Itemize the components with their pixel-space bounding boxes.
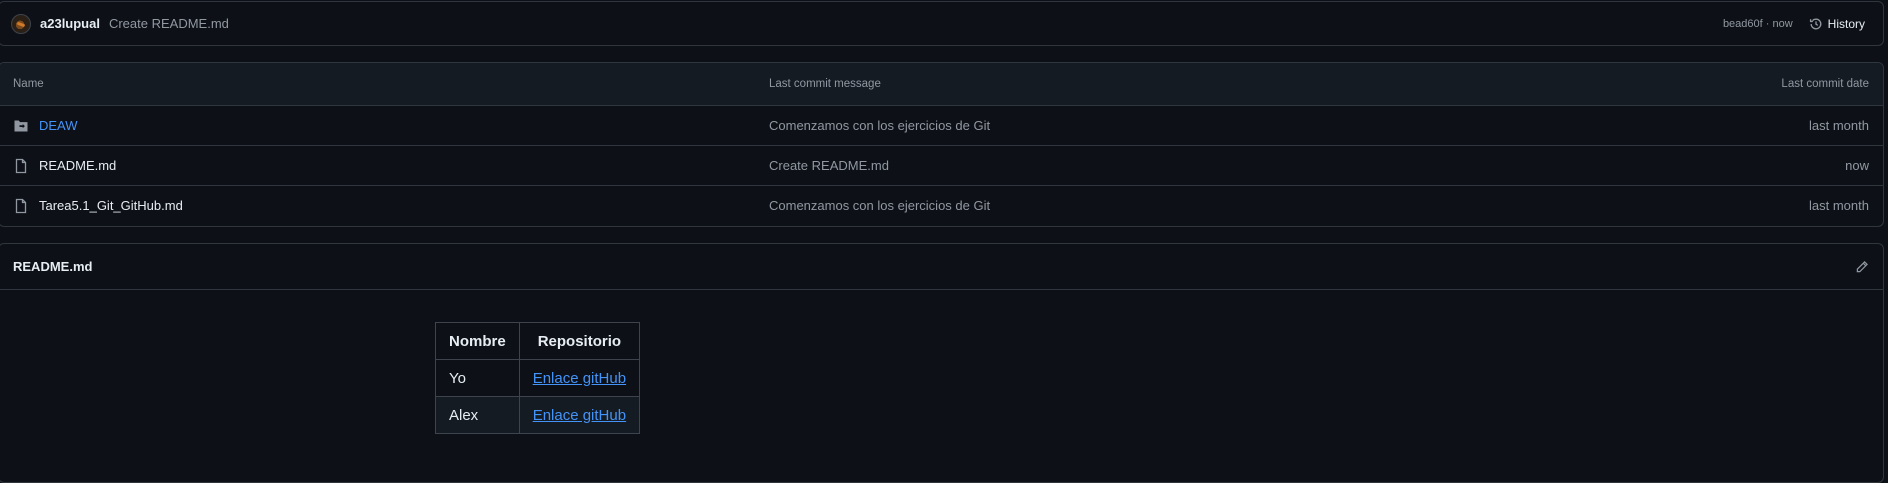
file-commit-message[interactable]: Comenzamos con los ejercicios de Git xyxy=(769,118,1809,133)
file-directory-icon xyxy=(13,118,29,134)
file-commit-date: last month xyxy=(1809,118,1869,133)
file-name[interactable]: Tarea5.1_Git_GitHub.md xyxy=(39,198,183,213)
pencil-icon[interactable] xyxy=(1855,260,1869,274)
file-commit-message[interactable]: Create README.md xyxy=(769,158,1845,173)
readme-table-cell-name: Alex xyxy=(435,396,520,434)
table-row[interactable]: README.md Create README.md now xyxy=(0,145,1883,185)
history-button[interactable]: History xyxy=(1809,17,1865,31)
file-commit-date: last month xyxy=(1809,198,1869,213)
commit-message[interactable]: Create README.md xyxy=(109,16,229,31)
file-name[interactable]: README.md xyxy=(39,158,116,173)
history-icon xyxy=(1809,18,1822,29)
file-icon xyxy=(13,158,29,174)
file-commit-date: now xyxy=(1845,158,1869,173)
history-label: History xyxy=(1827,16,1865,31)
table-row[interactable]: Tarea5.1_Git_GitHub.md Comenzamos con lo… xyxy=(0,185,1883,225)
github-link[interactable]: Enlace gitHub xyxy=(533,370,626,387)
avatar[interactable] xyxy=(11,13,31,34)
github-link[interactable]: Enlace gitHub xyxy=(533,407,626,424)
readme-panel: README.md Nombre Repositorio Yo Enlace g… xyxy=(0,243,1884,483)
file-table: Name Last commit message Last commit dat… xyxy=(0,62,1884,227)
file-table-header: Name Last commit message Last commit dat… xyxy=(0,63,1883,105)
readme-table-header-row: Nombre Repositorio xyxy=(435,322,641,360)
readme-header: README.md xyxy=(0,244,1883,290)
header-message: Last commit message xyxy=(769,78,881,90)
table-row[interactable]: DEAW Comenzamos con los ejercicios de Gi… xyxy=(0,105,1883,145)
readme-table-row: Yo Enlace gitHub xyxy=(435,359,641,397)
file-commit-message[interactable]: Comenzamos con los ejercicios de Git xyxy=(769,198,1809,213)
readme-title[interactable]: README.md xyxy=(13,259,92,274)
readme-table-header: Repositorio xyxy=(518,322,641,360)
header-date: Last commit date xyxy=(1781,78,1869,90)
file-icon xyxy=(13,198,29,214)
latest-commit-bar: a23lupual Create README.md bead60f · now… xyxy=(0,1,1884,46)
header-name: Name xyxy=(13,78,44,90)
readme-table: Nombre Repositorio Yo Enlace gitHub Alex… xyxy=(435,322,641,434)
file-name[interactable]: DEAW xyxy=(39,118,78,133)
readme-table-header: Nombre xyxy=(435,322,520,360)
readme-table-cell-name: Yo xyxy=(435,359,520,397)
commit-meta[interactable]: bead60f · now xyxy=(1723,18,1793,30)
commit-author[interactable]: a23lupual xyxy=(40,16,100,31)
readme-table-row: Alex Enlace gitHub xyxy=(435,396,641,434)
